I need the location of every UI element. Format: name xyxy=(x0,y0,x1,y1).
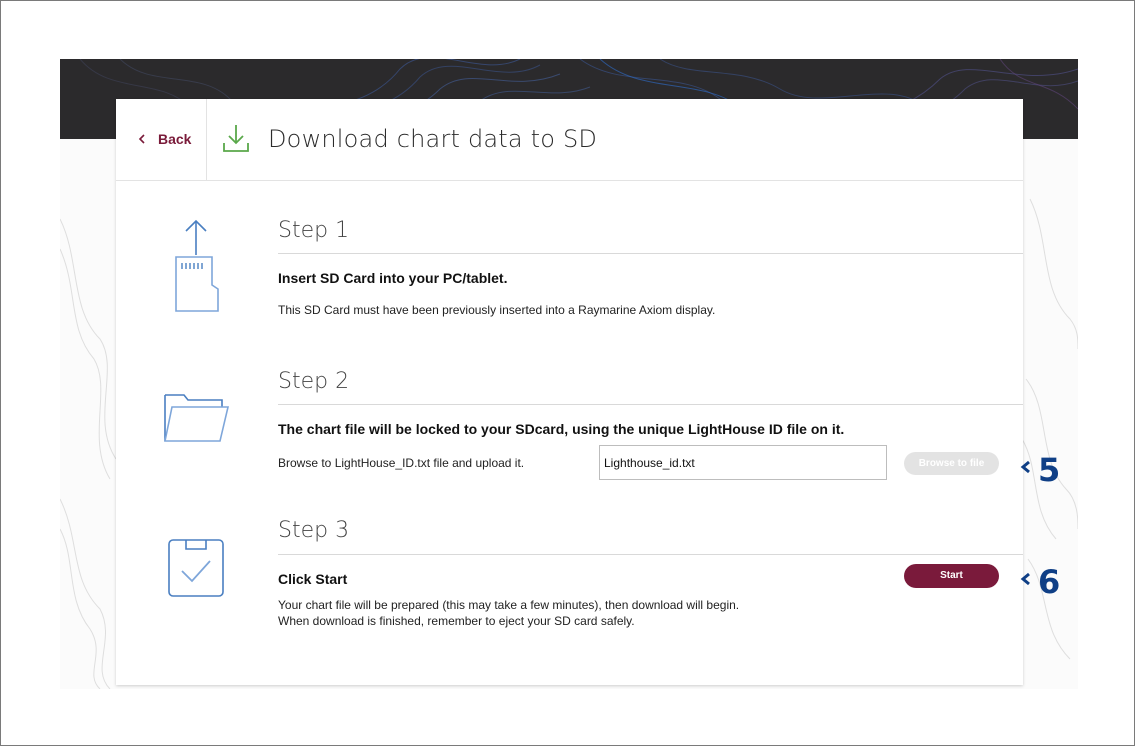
callout-number: 6 xyxy=(1038,563,1061,601)
step-2-heading: The chart file will be locked to your SD… xyxy=(278,421,845,437)
back-button[interactable]: Back xyxy=(116,99,207,180)
download-card: Back Download chart data to SD Step 1 In… xyxy=(116,99,1023,685)
step-2-divider xyxy=(278,404,1023,405)
back-label: Back xyxy=(158,131,192,147)
step-3-body-line-2: When download is finished, remember to e… xyxy=(278,614,635,628)
browse-to-file-button[interactable]: Browse to file xyxy=(904,452,999,475)
callout-arrow-icon xyxy=(1020,460,1030,474)
folder-icon xyxy=(164,394,230,442)
card-header: Back Download chart data to SD xyxy=(116,99,1023,181)
lighthouse-id-file-field[interactable] xyxy=(599,445,887,480)
callout-5: 5 xyxy=(1020,451,1070,491)
clipboard-check-icon xyxy=(168,539,224,597)
sd-card-upload-icon xyxy=(175,219,219,312)
download-icon xyxy=(223,125,249,152)
callout-6: 6 xyxy=(1020,563,1070,603)
step-1-divider xyxy=(278,253,1023,254)
callout-number: 5 xyxy=(1038,451,1061,489)
step-3-heading: Click Start xyxy=(278,571,348,587)
step-1-title: Step 1 xyxy=(278,218,350,243)
chevron-left-icon xyxy=(138,134,145,144)
callout-arrow-icon xyxy=(1020,572,1030,586)
page-title: Download chart data to SD xyxy=(268,125,598,153)
step-1-heading: Insert SD Card into your PC/tablet. xyxy=(278,270,508,286)
start-button[interactable]: Start xyxy=(904,564,999,588)
step-3-title: Step 3 xyxy=(278,518,350,543)
step-3-body-line-1: Your chart file will be prepared (this m… xyxy=(278,598,740,612)
step-1-body: This SD Card must have been previously i… xyxy=(278,303,716,317)
step-3-divider xyxy=(278,554,1023,555)
step-2-title: Step 2 xyxy=(278,369,350,394)
step-2-body: Browse to LightHouse_ID.txt file and upl… xyxy=(278,456,525,470)
